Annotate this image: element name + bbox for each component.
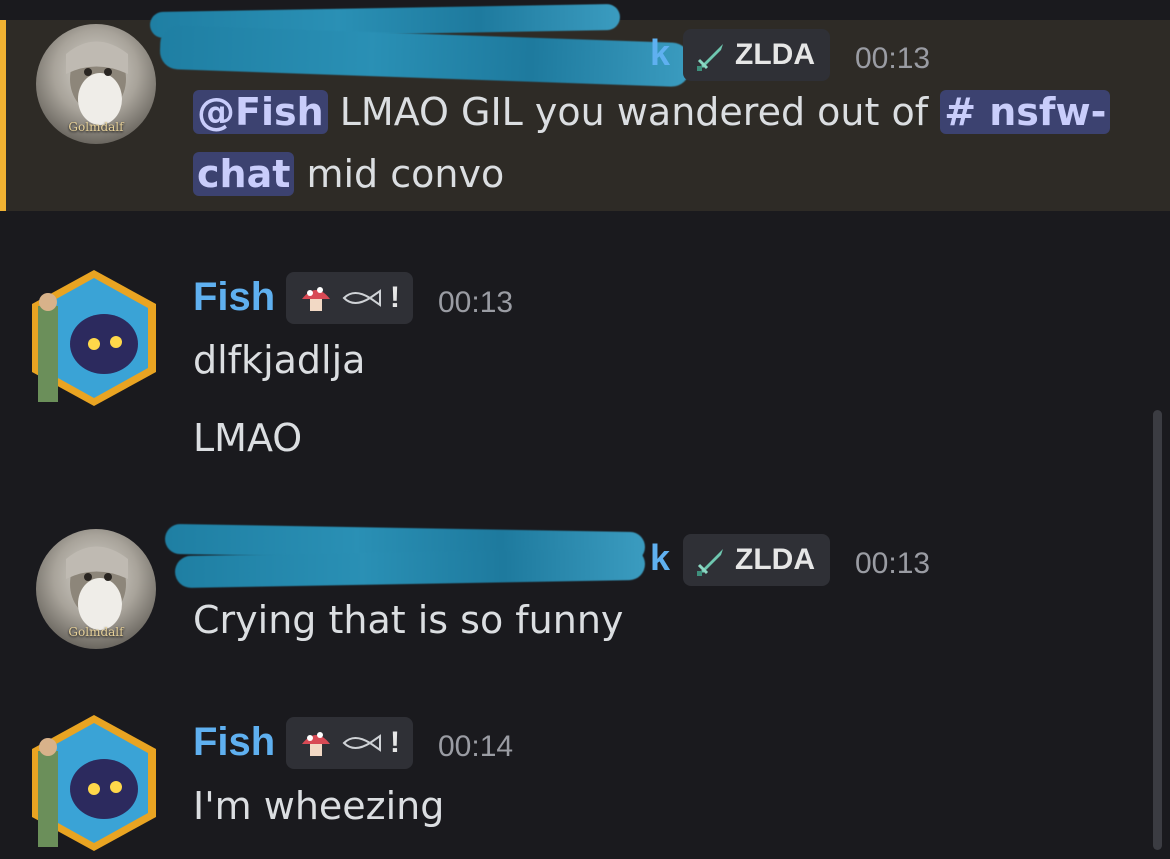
avatar-fish[interactable] <box>24 711 164 855</box>
username-fish[interactable]: Fish <box>193 275 275 320</box>
role-label: ZLDA <box>735 543 815 576</box>
role-label: ZLDA <box>735 38 815 71</box>
timestamp: 00:13 <box>855 547 931 580</box>
fish-icon <box>342 734 381 752</box>
user-badges[interactable]: ! <box>286 717 413 769</box>
role-tag[interactable]: ZLDA <box>683 29 830 81</box>
avatar-caption: Golmdalf <box>68 120 124 134</box>
role-tag[interactable]: ZLDA <box>683 534 830 586</box>
message-text-a: LMAO GIL you wandered out of <box>339 90 929 134</box>
badge-mark: ! <box>390 281 400 314</box>
message-text-line2: chat mid convo <box>193 152 504 196</box>
username-tail[interactable]: k <box>650 32 670 74</box>
mushroom-icon <box>302 287 330 311</box>
user-mention[interactable]: @Fish <box>193 90 328 134</box>
creature-avatar-icon <box>32 715 156 851</box>
sword-icon <box>697 549 723 576</box>
avatar-caption: Golmdalf <box>68 625 124 639</box>
mushroom-icon <box>302 732 330 756</box>
timestamp: 00:14 <box>438 730 514 763</box>
username-tail[interactable]: k <box>650 537 670 579</box>
scrollbar[interactable] <box>1153 410 1162 850</box>
timestamp: 00:13 <box>855 42 931 75</box>
creature-avatar-icon <box>32 270 156 406</box>
avatar-fish[interactable] <box>24 266 164 410</box>
redacted-username-2 <box>174 547 646 589</box>
channel-mention[interactable]: # nsfw- <box>940 90 1111 134</box>
message-line: Crying that is so funny <box>193 598 624 642</box>
message-text: @Fish LMAO GIL you wandered out of # nsf… <box>193 90 1111 134</box>
message-line: I'm wheezing <box>193 784 445 828</box>
timestamp: 00:13 <box>438 286 514 319</box>
channel-mention-cont[interactable]: chat <box>193 152 295 196</box>
fish-icon <box>342 289 381 307</box>
avatar-golmdalf[interactable]: Golmdalf <box>36 24 156 144</box>
message-line: dlfkjadlja <box>193 338 366 382</box>
avatar-golmdalf[interactable]: Golmdalf <box>36 529 156 649</box>
badge-mark: ! <box>390 726 400 759</box>
message-text-b: mid convo <box>306 152 505 196</box>
sword-icon <box>697 44 723 71</box>
user-badges[interactable]: ! <box>286 272 413 324</box>
message-line: LMAO <box>193 416 303 460</box>
username-fish[interactable]: Fish <box>193 720 275 765</box>
